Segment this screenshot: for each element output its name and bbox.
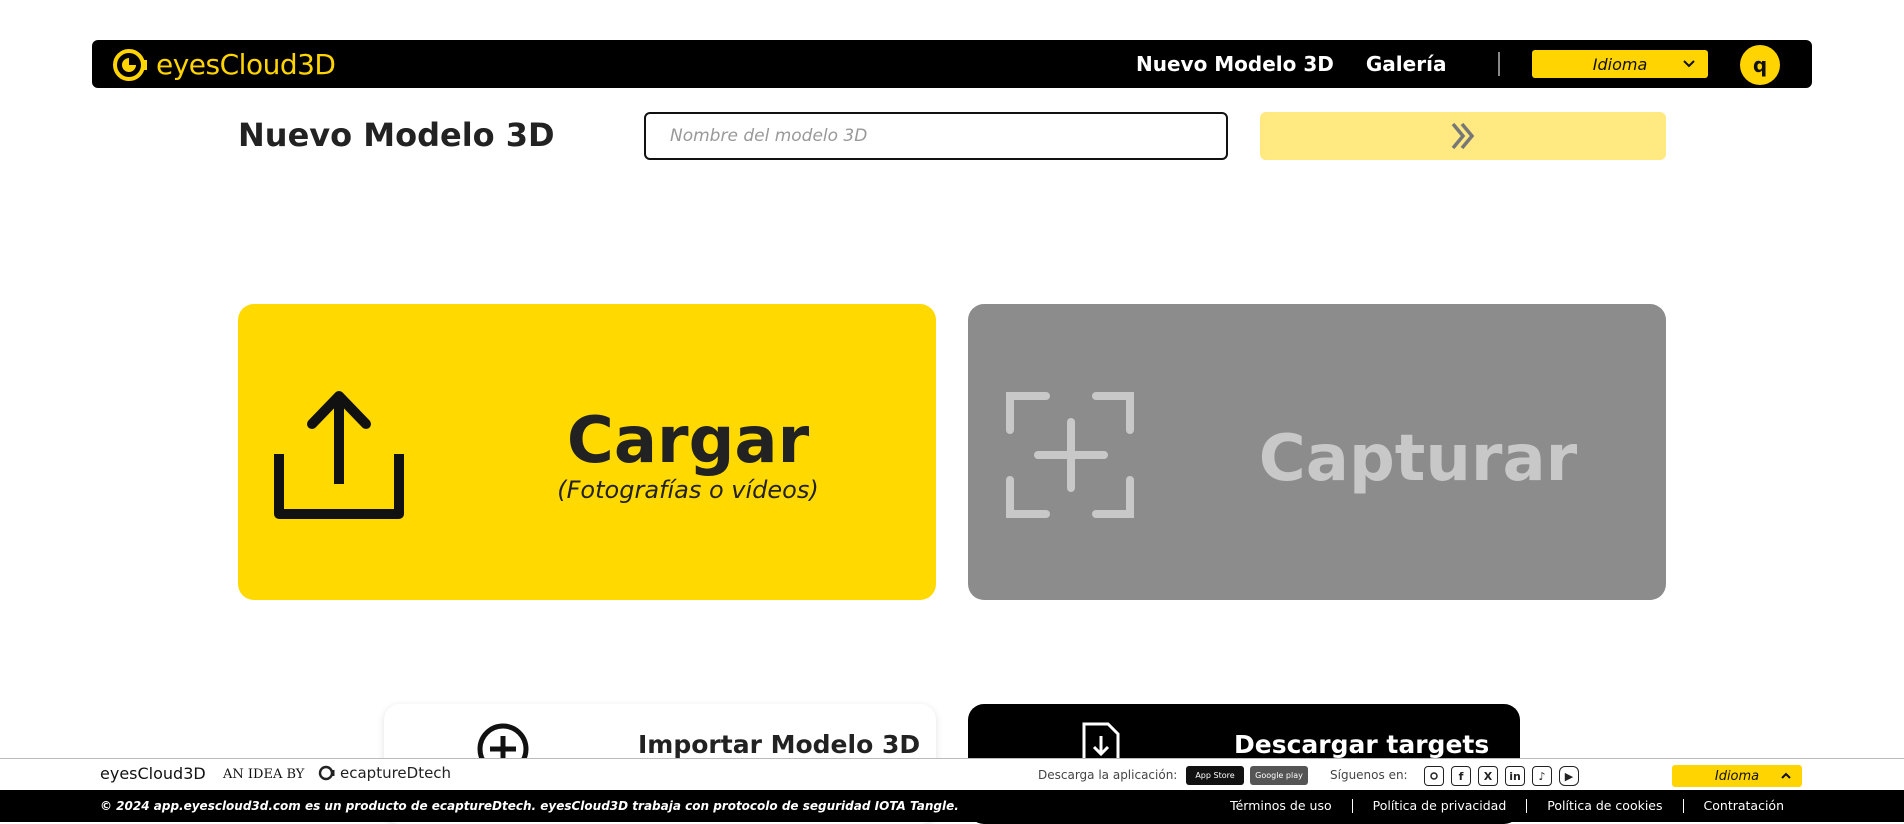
legal-links: Términos de uso Política de privacidad P…	[1210, 790, 1804, 822]
tiktok-icon[interactable]: ♪	[1532, 766, 1552, 786]
nav-divider	[1498, 52, 1500, 76]
user-avatar[interactable]: q	[1740, 45, 1780, 85]
language-select-label: Idioma	[1592, 54, 1648, 74]
google-play-badge[interactable]: Google play	[1250, 766, 1308, 785]
youtube-icon[interactable]: ▶	[1559, 766, 1579, 786]
upload-title: Cargar	[566, 404, 810, 478]
terms-link[interactable]: Términos de uso	[1210, 799, 1352, 813]
footer-brand: eyesCloud3D	[100, 764, 206, 783]
download-targets-label: Descargar targets	[1234, 730, 1490, 759]
chevron-down-icon	[1683, 60, 1695, 68]
privacy-link[interactable]: Política de privacidad	[1351, 799, 1527, 813]
cookies-link[interactable]: Política de cookies	[1526, 799, 1682, 813]
instagram-glyph-icon	[1430, 772, 1438, 780]
continue-button[interactable]	[1260, 112, 1666, 160]
nav-new-model[interactable]: Nuevo Modelo 3D	[1136, 52, 1334, 76]
nav-gallery[interactable]: Galería	[1366, 52, 1447, 76]
language-select[interactable]: Idioma	[1532, 50, 1708, 78]
capture-title: Capturar	[1258, 422, 1578, 496]
follow-us-label: Síguenos en:	[1330, 768, 1408, 782]
upload-subtitle: (Fotografías o vídeos)	[557, 476, 819, 504]
upload-icon	[274, 391, 404, 519]
eyescloud-logo-icon	[113, 49, 147, 81]
x-icon[interactable]: X	[1478, 766, 1498, 786]
capture-card[interactable]: Capturar	[968, 304, 1666, 600]
double-chevron-right-icon	[1451, 122, 1475, 150]
upload-card[interactable]: Cargar (Fotografías o vídeos)	[238, 304, 936, 600]
footer-bottom: © 2024 app.eyescloud3d.com es un product…	[0, 790, 1904, 822]
model-name-input[interactable]	[644, 112, 1228, 160]
footer-language-select[interactable]: Idioma	[1672, 765, 1802, 787]
footer-partner-name: ecaptureDtech	[340, 764, 452, 782]
brand-logo[interactable]: eyesCloud3D	[112, 48, 336, 82]
contracting-link[interactable]: Contratación	[1682, 799, 1804, 813]
footer-language-label: Idioma	[1714, 768, 1760, 784]
linkedin-icon[interactable]: in	[1505, 766, 1525, 786]
instagram-icon[interactable]	[1424, 766, 1444, 786]
footer-partner[interactable]: ecaptureDtech	[318, 764, 451, 782]
footer-idea-by: AN IDEA BY	[223, 767, 305, 782]
footer-top: eyesCloud3D AN IDEA BY ecaptureDtech Des…	[0, 758, 1904, 790]
download-app-label: Descarga la aplicación:	[1038, 768, 1178, 782]
import-model-label: Importar Modelo 3D	[638, 730, 921, 759]
facebook-icon[interactable]: f	[1451, 766, 1471, 786]
ecapturedtech-logo-icon	[318, 765, 335, 781]
page-title: Nuevo Modelo 3D	[238, 116, 555, 154]
copyright-text: © 2024 app.eyescloud3d.com es un product…	[100, 799, 959, 813]
chevron-up-icon	[1781, 772, 1791, 779]
brand-name: eyesCloud3D	[156, 48, 336, 81]
capture-frame-plus-icon	[1006, 392, 1134, 518]
top-navbar: eyesCloud3D Nuevo Modelo 3D Galería Idio…	[92, 40, 1812, 88]
app-store-badge[interactable]: App Store	[1186, 766, 1244, 785]
main-nav: Nuevo Modelo 3D Galería	[1136, 40, 1446, 88]
